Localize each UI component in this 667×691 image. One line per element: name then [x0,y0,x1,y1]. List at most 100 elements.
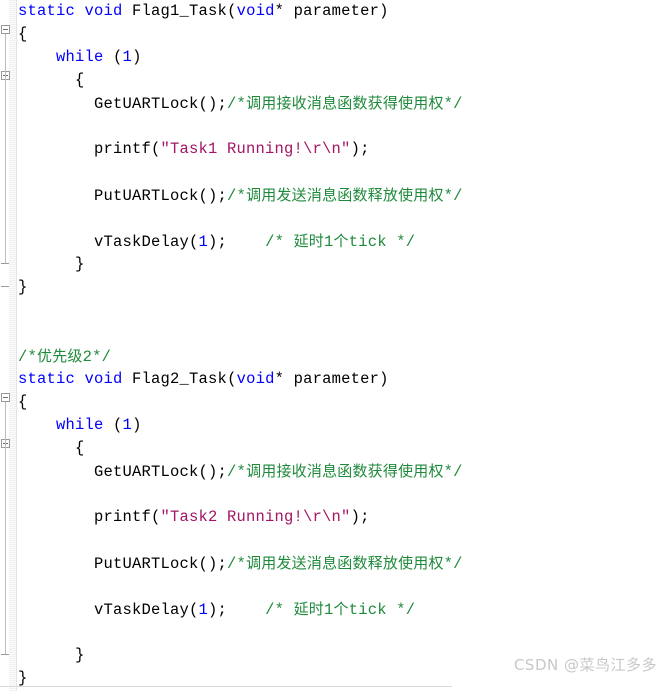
comment-cjk-token: 个 [333,600,349,618]
keyword-token: void [84,370,123,388]
fold-end-marker[interactable] [1,286,9,287]
code-token: ); [350,508,370,526]
code-line[interactable]: while (1) [18,414,142,437]
code-line[interactable]: GetUARTLock();/*调用接收消息函数获得使用权*/ [18,460,463,483]
fold-collapse-box[interactable] [1,393,10,402]
code-token: { [18,25,28,43]
code-token: PutUARTLock(); [18,187,228,205]
code-token: vTaskDelay( [18,601,199,619]
string-token: "Task1 Running!\r\n" [160,140,351,158]
code-line[interactable]: while (1) [18,46,142,69]
fold-connector-line [5,80,6,263]
comment-cjk-token: 延时 [293,232,324,250]
comment-token: */ [443,187,463,205]
keyword-token: void [236,370,275,388]
code-line[interactable]: } [18,253,85,276]
comment-token: /* [227,187,247,205]
comment-token: /* [265,233,294,251]
string-token: "Task2 Running!\r\n" [160,508,351,526]
comment-token: /* [227,95,247,113]
code-line[interactable]: static void Flag1_Task(void* parameter) [18,0,389,23]
number-token: 1 [122,416,133,434]
code-token: GetUARTLock(); [18,95,228,113]
code-token: ( [103,416,123,434]
code-line[interactable]: { [18,437,85,460]
comment-token: /* [227,555,247,573]
code-token: vTaskDelay( [18,233,199,251]
comment-token: /* [18,348,38,366]
code-token: Flag1_Task( [122,2,237,20]
code-token: GetUARTLock(); [18,463,228,481]
code-token: } [18,669,28,687]
code-line[interactable]: { [18,391,28,414]
code-line[interactable]: { [18,69,85,92]
code-token: } [18,278,28,296]
keyword-token: while [56,48,104,66]
code-token: { [18,439,85,457]
code-token: ); [350,140,370,158]
comment-cjk-token: 延时 [293,600,324,618]
code-token: ) [132,416,142,434]
keyword-token: void [84,2,123,20]
code-line[interactable]: /*优先级2*/ [18,345,111,368]
comment-cjk-token: 个 [333,232,349,250]
keyword-token: void [236,2,275,20]
code-line[interactable]: } [18,644,85,667]
code-line[interactable]: vTaskDelay(1); /* 延时1个tick */ [18,598,415,621]
number-token: 1 [198,601,209,619]
bottom-divider [0,686,452,687]
code-token: ( [103,48,123,66]
comment-cjk-token: 调用发送消息函数释放使用权 [246,554,444,572]
code-editor[interactable]: static void Flag1_Task(void* parameter){… [0,0,667,691]
code-token: { [18,393,28,411]
comment-token: 2*/ [82,348,112,366]
code-token: ); [208,601,266,619]
number-token: 1 [122,48,133,66]
code-token: * parameter) [274,370,389,388]
fold-end-marker[interactable] [1,263,9,264]
code-line[interactable]: static void Flag2_Task(void* parameter) [18,368,389,391]
comment-token: /* [227,463,247,481]
code-token: PutUARTLock(); [18,555,228,573]
keyword-token: while [56,416,104,434]
code-line[interactable]: GetUARTLock();/*调用接收消息函数获得使用权*/ [18,92,463,115]
code-token: } [18,255,85,273]
comment-token: 1 [323,601,334,619]
comment-token: tick */ [348,233,416,251]
csdn-watermark: CSDN @菜鸟江多多 [513,656,657,674]
comment-token: */ [443,463,463,481]
comment-token: 1 [323,233,334,251]
code-token: } [18,646,85,664]
fold-connector-line [5,448,6,654]
code-line[interactable]: printf("Task2 Running!\r\n"); [18,506,370,529]
comment-cjk-token: 优先级 [37,347,83,365]
comment-cjk-token: 调用发送消息函数释放使用权 [246,186,444,204]
comment-cjk-token: 调用接收消息函数获得使用权 [246,94,444,112]
comment-token: */ [443,95,463,113]
comment-cjk-token: 调用接收消息函数获得使用权 [246,462,444,480]
code-line[interactable]: PutUARTLock();/*调用发送消息函数释放使用权*/ [18,552,463,575]
keyword-token: static [18,2,76,20]
fold-collapse-box[interactable] [1,25,10,34]
comment-token: tick */ [348,601,416,619]
code-token: ); [208,233,266,251]
code-text-area[interactable]: static void Flag1_Task(void* parameter){… [18,0,667,691]
keyword-token: static [18,370,76,388]
number-token: 1 [198,233,209,251]
code-line[interactable]: vTaskDelay(1); /* 延时1个tick */ [18,230,415,253]
code-token: { [18,71,85,89]
code-token: printf( [18,508,161,526]
code-line[interactable]: printf("Task1 Running!\r\n"); [18,138,370,161]
code-token: ) [132,48,142,66]
code-token: * parameter) [274,2,389,20]
code-line[interactable]: { [18,23,28,46]
code-line[interactable]: } [18,276,28,299]
fold-end-marker[interactable] [1,654,9,655]
fold-gutter[interactable] [0,0,17,691]
gutter-texture-strip [9,0,16,691]
code-line[interactable]: PutUARTLock();/*调用发送消息函数释放使用权*/ [18,184,463,207]
